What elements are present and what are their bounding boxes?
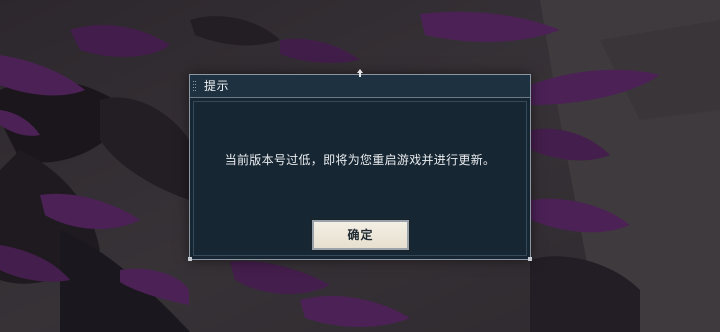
corner-ornament bbox=[188, 257, 192, 261]
drag-grip-icon[interactable] bbox=[193, 81, 197, 92]
update-notice-dialog: 提示 当前版本号过低，即将为您重启游戏并进行更新。 确定 bbox=[188, 69, 532, 261]
dialog-title-bar[interactable]: 提示 bbox=[190, 75, 530, 98]
pin-icon bbox=[357, 69, 363, 77]
game-screen: 提示 当前版本号过低，即将为您重启游戏并进行更新。 确定 bbox=[0, 0, 720, 332]
dialog-title: 提示 bbox=[204, 79, 230, 93]
corner-ornament bbox=[528, 257, 532, 261]
dialog-message: 当前版本号过低，即将为您重启游戏并进行更新。 bbox=[224, 153, 496, 167]
confirm-button[interactable]: 确定 bbox=[311, 219, 410, 251]
